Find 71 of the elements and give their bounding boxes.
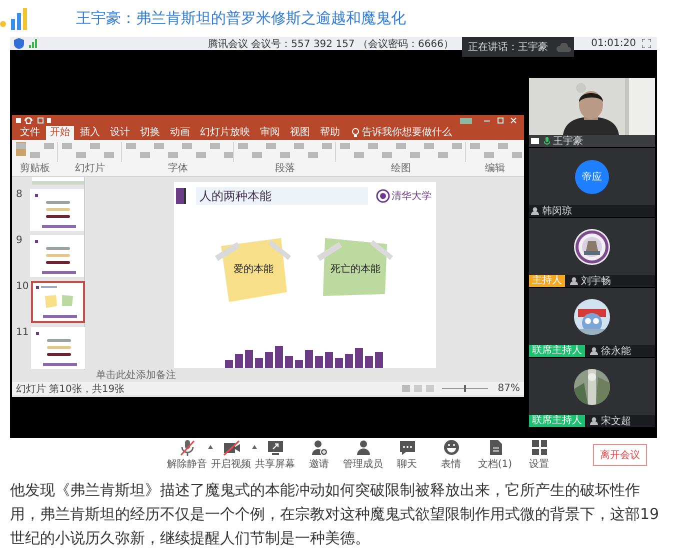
ribbon-group-label: 编辑: [484, 163, 506, 175]
ribbon-tab[interactable]: 幻灯片放映: [196, 126, 254, 140]
slide-thumbnail[interactable]: [30, 189, 84, 231]
signal-icon: [28, 39, 38, 48]
settings-button[interactable]: 设置: [517, 439, 561, 471]
ribbon-tab[interactable]: 开始: [46, 126, 74, 140]
zoom-level: 87%: [498, 383, 520, 394]
video-button[interactable]: 开启视频: [209, 439, 253, 471]
ribbon-group-label: 剪贴板: [19, 163, 51, 175]
participant-name: 王宇豪: [553, 135, 583, 147]
participant-name: 宋文超: [601, 415, 631, 427]
invite-button[interactable]: 邀请: [297, 439, 341, 471]
ribbon-tab[interactable]: 切换: [136, 126, 164, 140]
article-paragraph: 他发现《弗兰肯斯坦》描述了魔鬼式的本能冲动如何突破限制被释放出来，它所产生的破坏性作用，弗兰肯斯坦的经历不仅是一个个例，在宗教对这种魔鬼式欲望限制作用式微的背景下，这部19世纪的小说历久弥新，继续提醒人们节制是一种美德。: [10, 480, 660, 549]
fullscreen-icon: [642, 39, 651, 48]
ribbon-group-label: 段落: [274, 163, 296, 175]
slide-number: 10: [16, 281, 29, 292]
members-button[interactable]: 管理成员: [341, 439, 385, 471]
ribbon-group-label: 绘图: [390, 163, 412, 175]
user-icon: [590, 347, 598, 355]
ribbon-tab[interactable]: 审阅: [256, 126, 284, 140]
ribbon-group-label: 字体: [167, 163, 189, 175]
user-icon: [590, 417, 598, 425]
speaker-text: 正在讲话：王宇豪: [468, 40, 548, 54]
slide-number: 11: [16, 327, 29, 338]
status-text: 幻灯片 第10张，共19张: [16, 382, 125, 396]
participant-name: 徐永能: [601, 345, 631, 357]
user-icon: [531, 207, 539, 215]
tell-me-field[interactable]: 告诉我你想要做什么: [362, 126, 452, 140]
ribbon-tab[interactable]: 视图: [286, 126, 314, 140]
meeting-timer: 01:01:20: [591, 38, 636, 49]
slide-thumbnail[interactable]: [30, 235, 84, 277]
participant-name: 韩闵琼: [542, 205, 572, 217]
chat-button[interactable]: 聊天: [385, 439, 429, 471]
ribbon-tab[interactable]: 动画: [166, 126, 194, 140]
ribbon-group-label: 幻灯片: [74, 163, 106, 175]
title-accent-bar: [176, 188, 186, 204]
ribbon-tab[interactable]: 文件: [16, 126, 44, 140]
mic-icon: [544, 137, 550, 145]
slide-title: 人的两种本能: [196, 187, 368, 205]
seal-icon: [376, 189, 390, 203]
lightbulb-icon: [352, 128, 359, 138]
slide-thumbnail[interactable]: [30, 327, 85, 369]
user-icon: [570, 277, 578, 285]
reactions-button[interactable]: 表情: [429, 439, 473, 471]
grid-icon: [530, 439, 548, 456]
ribbon-tab[interactable]: 帮助: [316, 126, 344, 140]
article-title: 王宇豪：弗兰肯斯坦的普罗米修斯之逾越和魔鬼化: [76, 9, 406, 28]
note-text: 爱的本能: [232, 262, 274, 276]
logo-icon: [0, 6, 30, 30]
mic-off-icon: [178, 439, 196, 456]
ribbon-tab[interactable]: 设计: [106, 126, 134, 140]
meeting-info: 腾讯会议 会议号：557 392 157 （会议密码：6666）: [208, 38, 454, 50]
screen-share-icon: [531, 138, 539, 144]
unmute-button[interactable]: 解除静音: [165, 439, 209, 471]
cloud-icon: [556, 42, 572, 52]
slide-number: 9: [16, 235, 24, 246]
camera-off-icon: [222, 439, 240, 456]
leave-meeting-button[interactable]: 离开会议: [593, 444, 647, 466]
shield-icon: [14, 38, 24, 49]
people-icon: [354, 439, 372, 456]
slide-thumbnail[interactable]: [30, 281, 85, 323]
avatar: 帝应: [575, 160, 609, 194]
notes-field[interactable]: 单击此处添加备注: [12, 370, 524, 382]
documents-button[interactable]: 文档(1): [473, 439, 517, 471]
ribbon-tab[interactable]: 插入: [76, 126, 104, 140]
participant-name: 刘宇畅: [581, 275, 611, 287]
note-text: 死亡的本能: [330, 262, 382, 276]
slide-number: 8: [16, 189, 24, 200]
logo-text: 清华大学: [392, 190, 432, 203]
share-screen-button[interactable]: 共享屏幕: [253, 439, 297, 471]
